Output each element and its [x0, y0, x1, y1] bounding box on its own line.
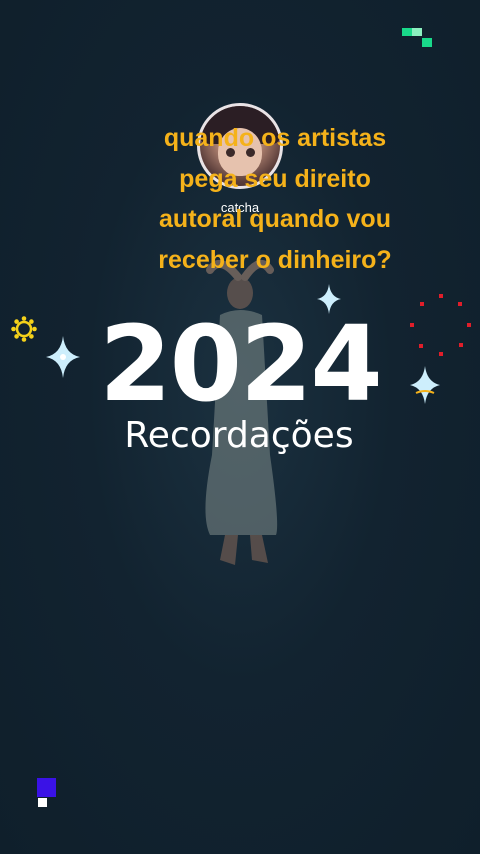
gear-icon [11, 316, 37, 342]
corner-pixel-icon [37, 778, 56, 807]
corner-pixel-icon [402, 28, 432, 47]
sparkle-icon [410, 366, 440, 404]
recordacoes-subtitle: Recordações [124, 415, 354, 456]
sparkle-icon [46, 336, 80, 378]
caption-line: autoral quando vou [159, 205, 391, 233]
red-dot-ring-icon [410, 294, 471, 356]
sparkle-icon [317, 284, 341, 314]
caption-line: pega seu direito [179, 164, 371, 193]
caption-line: quando os artistas [163, 124, 387, 152]
caption-line: receber o dinheiro? [158, 245, 392, 274]
video-caption: quando os artistas pega seu direito auto… [140, 118, 410, 280]
